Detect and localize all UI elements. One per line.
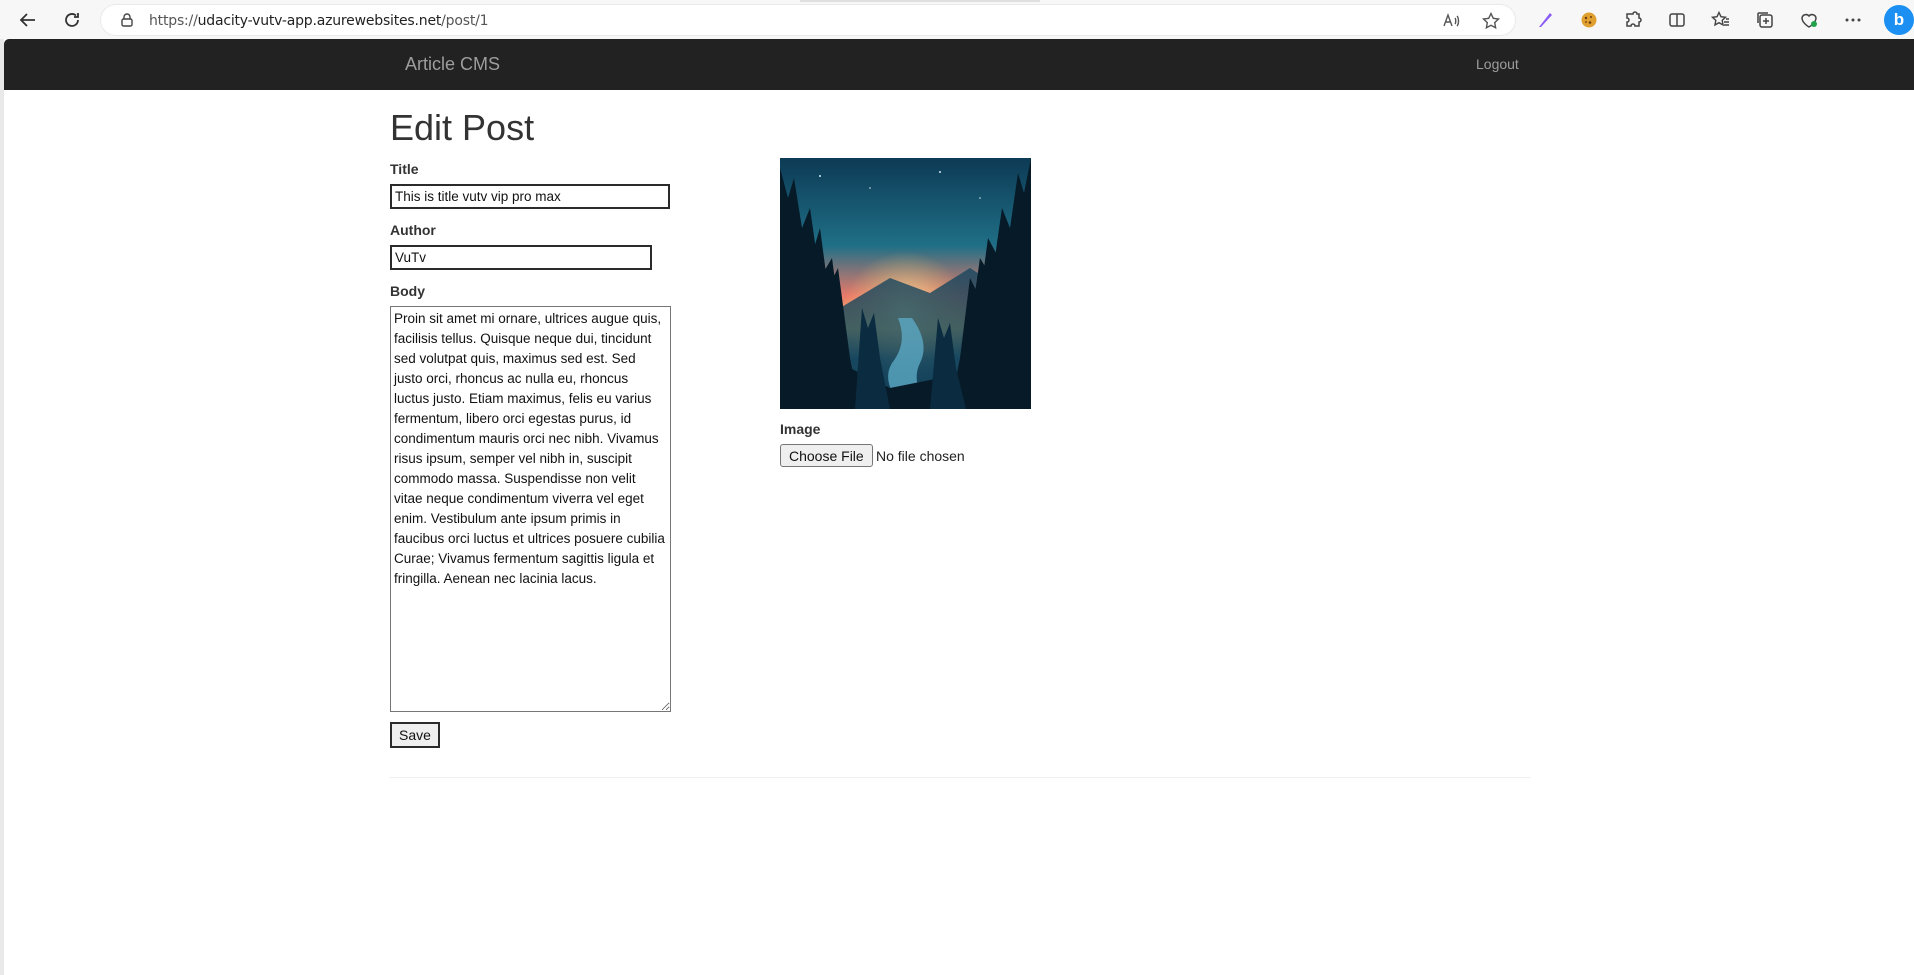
collections-icon[interactable] [1750, 6, 1780, 34]
tab-strip-edge [800, 0, 1040, 2]
lock-icon[interactable] [119, 12, 135, 28]
favorites-icon[interactable] [1706, 6, 1736, 34]
url-prefix: https:// [149, 13, 198, 29]
title-label: Title [390, 161, 419, 177]
save-button[interactable]: Save [390, 722, 440, 748]
browser-essentials-icon[interactable] [1794, 6, 1824, 34]
cookie-icon[interactable] [1574, 6, 1604, 34]
url-path: /post/1 [441, 13, 489, 29]
pen-icon[interactable] [1530, 6, 1560, 34]
navbar: Article CMS Logout [4, 39, 1914, 90]
divider [390, 777, 1530, 778]
bing-letter: b [1893, 10, 1905, 29]
author-label: Author [390, 222, 436, 238]
address-bar[interactable]: https://udacity-vutv-app.azurewebsites.n… [100, 4, 1516, 36]
more-icon[interactable] [1838, 6, 1868, 34]
refresh-icon[interactable] [58, 6, 86, 34]
image-label: Image [780, 421, 821, 437]
page-title: Edit Post [390, 107, 535, 148]
navbar-brand[interactable]: Article CMS [405, 54, 500, 75]
bing-icon[interactable]: b [1884, 5, 1914, 35]
body-textarea[interactable]: Proin sit amet mi ornare, ultrices augue… [390, 306, 671, 712]
favorite-star-icon[interactable] [1481, 11, 1501, 31]
url-host: udacity-vutv-app.azurewebsites.net [197, 13, 442, 29]
url-text[interactable]: https://udacity-vutv-app.azurewebsites.n… [149, 13, 489, 29]
post-image [780, 158, 1031, 409]
extensions-icon[interactable] [1618, 6, 1648, 34]
back-icon[interactable] [14, 6, 42, 34]
page-left-border [0, 39, 4, 975]
split-screen-icon[interactable] [1662, 6, 1692, 34]
choose-file-button[interactable]: Choose File [780, 444, 873, 467]
logout-link[interactable]: Logout [1476, 56, 1519, 72]
read-aloud-icon[interactable] [1441, 11, 1461, 31]
file-status-text: No file chosen [876, 448, 965, 464]
title-input[interactable] [390, 184, 670, 209]
body-label: Body [390, 283, 425, 299]
author-input[interactable] [390, 245, 652, 270]
browser-toolbar: https://udacity-vutv-app.azurewebsites.n… [0, 0, 1914, 39]
